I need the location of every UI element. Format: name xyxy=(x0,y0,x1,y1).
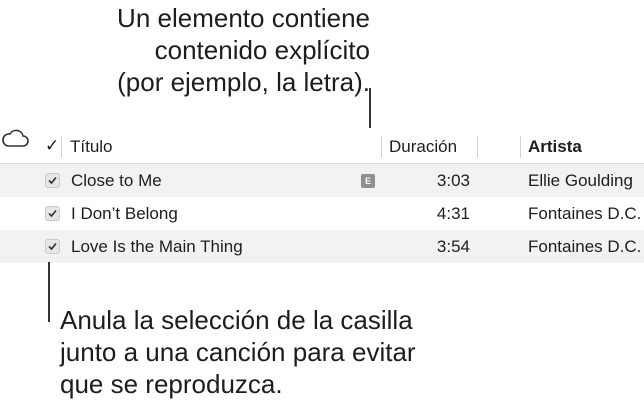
callout-line: junto a una canción para evitar xyxy=(60,337,416,367)
song-title: Love Is the Main Thing xyxy=(71,237,243,256)
song-row[interactable]: I Don’t Belong 4:31 Fontaines D.C. xyxy=(0,197,644,230)
song-row[interactable]: Close to Me E 3:03 Ellie Goulding xyxy=(0,164,644,197)
callout-line: que se reproduzca. xyxy=(60,369,283,399)
song-duration: 3:03 xyxy=(436,171,470,190)
explicit-callout: Un elemento contiene contenido explícito… xyxy=(40,2,370,98)
song-list-header: ✓ Título Duración Artista xyxy=(0,128,644,164)
song-checkbox[interactable] xyxy=(45,173,60,188)
song-title: I Don’t Belong xyxy=(71,204,178,223)
column-header-duration[interactable]: Duración xyxy=(389,137,457,157)
song-title: Close to Me xyxy=(71,171,162,190)
column-divider xyxy=(477,136,478,158)
callout-line: Un elemento contiene xyxy=(117,3,370,33)
column-header-title[interactable]: Título xyxy=(70,137,113,157)
checkbox-callout-leader xyxy=(48,262,50,322)
column-header-check[interactable]: ✓ xyxy=(45,136,59,156)
help-illustration: Un elemento contiene contenido explícito… xyxy=(0,0,644,410)
column-divider xyxy=(381,136,382,158)
song-row[interactable]: Love Is the Main Thing 3:54 Fontaines D.… xyxy=(0,230,644,263)
cloud-icon[interactable] xyxy=(0,129,30,152)
explicit-badge: E xyxy=(361,174,375,188)
song-artist: Fontaines D.C. xyxy=(528,204,642,223)
callout-line: contenido explícito xyxy=(154,35,370,65)
callout-line: Anula la selección de la casilla xyxy=(60,305,413,335)
checkbox-callout: Anula la selección de la casilla junto a… xyxy=(60,304,480,400)
column-header-artist[interactable]: Artista xyxy=(528,137,582,157)
song-duration: 4:31 xyxy=(436,204,470,223)
song-checkbox[interactable] xyxy=(45,206,60,221)
song-checkbox[interactable] xyxy=(45,239,60,254)
song-artist: Fontaines D.C. xyxy=(528,237,642,256)
column-divider xyxy=(520,136,521,158)
song-list: ✓ Título Duración Artista Close to Me E … xyxy=(0,128,644,263)
song-artist: Ellie Goulding xyxy=(528,171,633,190)
song-duration: 3:54 xyxy=(436,237,470,256)
callout-line: (por ejemplo, la letra). xyxy=(117,67,370,97)
column-divider xyxy=(61,136,62,158)
